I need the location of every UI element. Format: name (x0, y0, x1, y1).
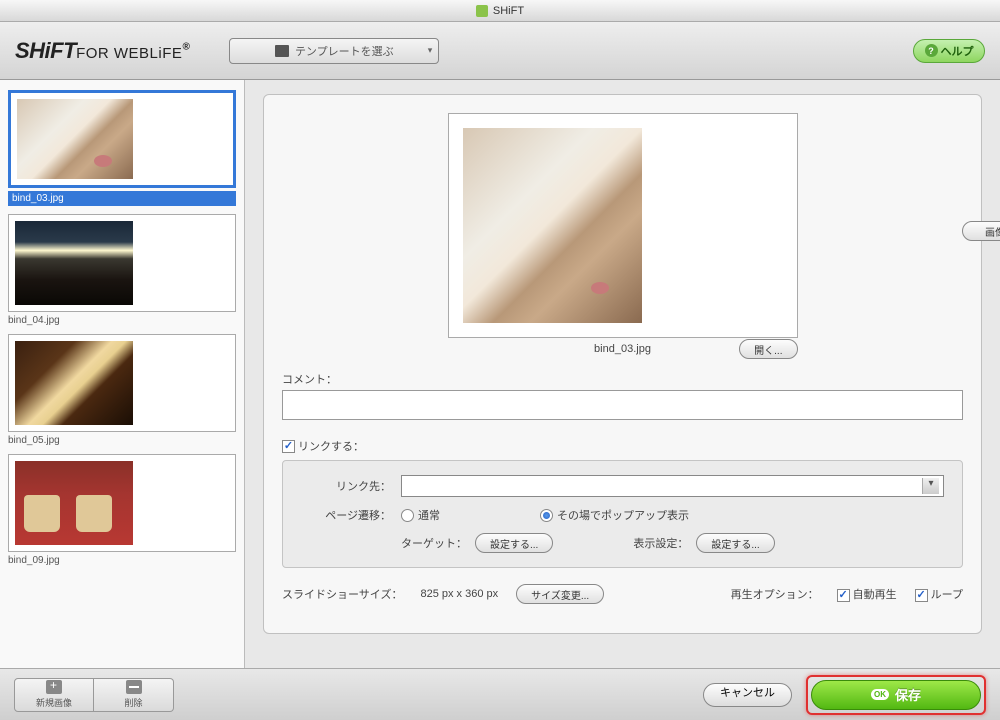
thumbnail-item[interactable]: bind_05.jpg (8, 334, 236, 446)
thumbnail-label: bind_03.jpg (8, 191, 236, 206)
slideshow-size-label: スライドショーサイズ： (282, 586, 402, 602)
preview-image (463, 128, 642, 323)
thumbnail-image (15, 461, 133, 545)
thumbnail-item[interactable]: bind_09.jpg (8, 454, 236, 566)
toolbar: SHiFTFOR WEBLiFE® テンプレートを選ぶ ヘルプ (0, 22, 1000, 80)
template-select-button[interactable]: テンプレートを選ぶ (229, 38, 439, 64)
radio-popup[interactable] (540, 509, 553, 522)
thumbnail-image (15, 221, 133, 305)
display-label: 表示設定： (633, 535, 688, 551)
new-image-button[interactable]: 新規画像 (14, 678, 94, 712)
link-checkbox[interactable] (282, 440, 295, 453)
link-check-label: リンクする： (298, 438, 364, 454)
comment-input[interactable] (282, 390, 963, 420)
display-settings-button[interactable]: 設定する... (696, 533, 774, 553)
radio-normal[interactable] (401, 509, 414, 522)
thumbnail-item[interactable]: bind_04.jpg (8, 214, 236, 326)
slideshow-size-value: 825 px x 360 px (420, 588, 498, 600)
minus-icon (126, 680, 142, 694)
delete-button[interactable]: 削除 (94, 678, 174, 712)
link-settings-box: リンク先： ページ遷移： 通常 その場でポップアップ表示 (282, 460, 963, 568)
thumbnail-image (15, 341, 133, 425)
plus-icon (46, 680, 62, 694)
thumbnail-label: bind_05.jpg (8, 435, 236, 446)
logo: SHiFTFOR WEBLiFE® (15, 38, 189, 64)
autoplay-checkbox[interactable] (837, 589, 850, 602)
help-button[interactable]: ヘルプ (913, 39, 985, 63)
thumbnail-sidebar: bind_03.jpg bind_04.jpg bind_05.jpg bind… (0, 80, 245, 668)
preview-frame (448, 113, 798, 338)
loop-checkbox[interactable] (915, 589, 928, 602)
play-option-label: 再生オプション： (731, 586, 819, 602)
thumbnail-item[interactable]: bind_03.jpg (8, 90, 236, 206)
save-button[interactable]: 保存 (811, 680, 981, 710)
thumbnail-label: bind_09.jpg (8, 555, 236, 566)
page-transition-label: ページ遷移： (301, 507, 391, 523)
editor-panel: 画像編集 bind_03.jpg 開く... コメント： リンクする： リンク先… (263, 94, 982, 634)
thumbnail-image (17, 99, 133, 179)
save-highlight: 保存 (806, 675, 986, 715)
target-label: ターゲット： (401, 535, 467, 551)
open-button[interactable]: 開く... (739, 339, 797, 359)
preview-filename: bind_03.jpg (594, 343, 651, 355)
link-dest-label: リンク先： (301, 478, 391, 494)
footer: 新規画像 削除 キャンセル 保存 (0, 668, 1000, 720)
content-area: 画像編集 bind_03.jpg 開く... コメント： リンクする： リンク先… (245, 80, 1000, 668)
edit-image-button[interactable]: 画像編集 (962, 221, 1000, 241)
titlebar: SHiFT (0, 0, 1000, 22)
thumbnail-label: bind_04.jpg (8, 315, 236, 326)
cancel-button[interactable]: キャンセル (703, 683, 792, 707)
target-settings-button[interactable]: 設定する... (475, 533, 553, 553)
resize-button[interactable]: サイズ変更... (516, 584, 604, 604)
app-icon (476, 5, 488, 17)
link-dest-select[interactable] (401, 475, 944, 497)
window-title: SHiFT (493, 5, 524, 17)
template-icon (275, 45, 289, 57)
comment-label: コメント： (282, 371, 963, 387)
